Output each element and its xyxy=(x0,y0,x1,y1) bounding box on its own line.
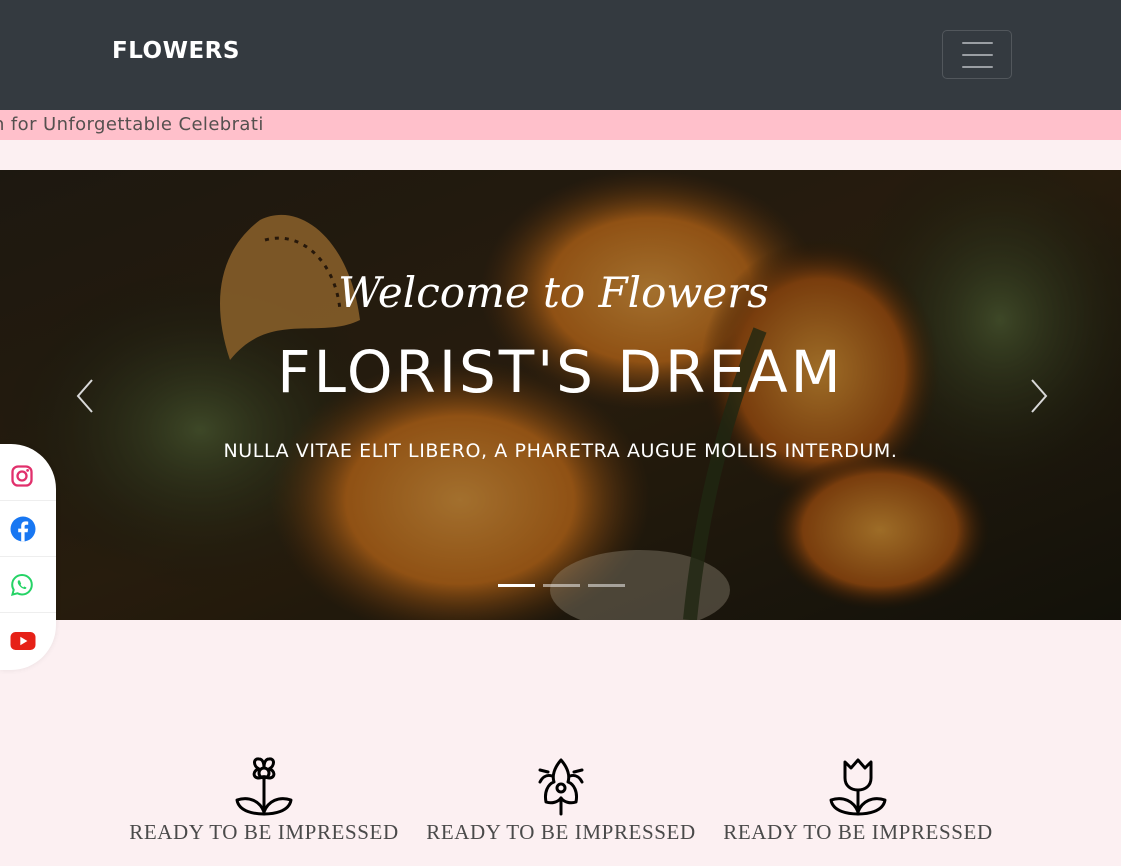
youtube-icon xyxy=(10,631,36,650)
tulip-icon xyxy=(829,758,887,816)
carousel-next-button[interactable] xyxy=(1024,378,1054,414)
announcement-ticker: n for Unforgettable Celebrati xyxy=(0,110,1121,140)
feature-label: READY TO BE IMPRESSED xyxy=(426,820,696,844)
carousel-indicator[interactable] xyxy=(498,584,535,587)
menu-toggle-button[interactable] xyxy=(942,30,1012,79)
ticker-text: n for Unforgettable Celebrati xyxy=(0,114,264,135)
carousel-prev-button[interactable] xyxy=(70,378,100,414)
facebook-link[interactable] xyxy=(0,500,56,556)
chevron-right-icon xyxy=(1031,379,1048,413)
hero-title: FLORIST'S DREAM xyxy=(277,338,844,406)
facebook-icon xyxy=(10,516,36,541)
feature-item: READY TO BE IMPRESSED xyxy=(718,756,998,845)
instagram-link[interactable] xyxy=(0,448,56,504)
whatsapp-icon xyxy=(10,573,33,596)
chevron-left-icon xyxy=(76,379,93,413)
navbar: FLOWERS xyxy=(0,0,1121,110)
feature-item: READY TO BE IMPRESSED xyxy=(421,756,701,845)
social-sidebar xyxy=(0,444,56,670)
brand-logo[interactable]: FLOWERS xyxy=(112,38,240,64)
whatsapp-link[interactable] xyxy=(0,556,56,612)
instagram-icon xyxy=(11,465,33,487)
carousel-indicator[interactable] xyxy=(543,584,580,587)
hero-subtitle: NULLA VITAE ELIT LIBERO, A PHARETRA AUGU… xyxy=(223,440,898,462)
carousel-indicator[interactable] xyxy=(588,584,625,587)
feature-label: READY TO BE IMPRESSED xyxy=(723,820,993,844)
lily-icon xyxy=(538,758,584,816)
feature-item: READY TO BE IMPRESSED xyxy=(124,756,404,845)
flower-icon xyxy=(235,757,293,816)
youtube-link[interactable] xyxy=(0,612,56,668)
feature-label: READY TO BE IMPRESSED xyxy=(129,820,399,844)
hero-script-title: Welcome to Flowers xyxy=(338,268,769,317)
